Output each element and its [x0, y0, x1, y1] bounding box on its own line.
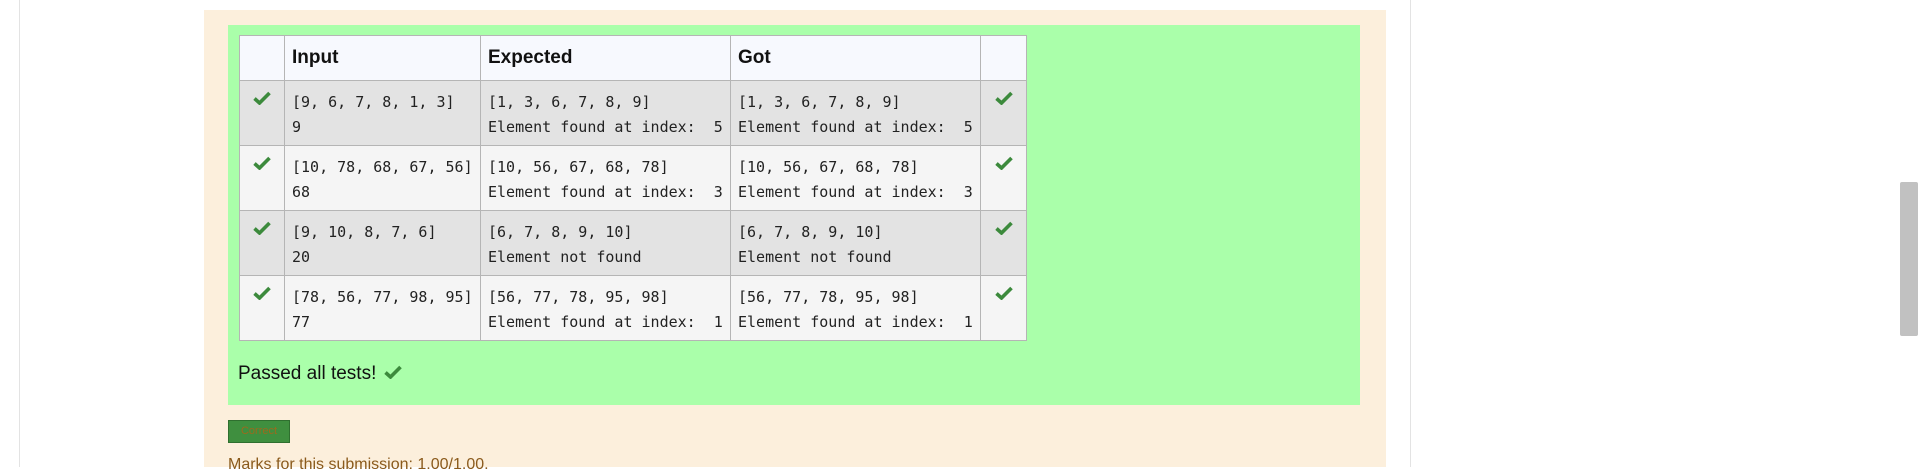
- header-input: Input: [284, 35, 481, 81]
- passed-all-tests: Passed all tests!: [238, 363, 403, 385]
- check-icon: [988, 276, 1019, 304]
- check-icon: [988, 211, 1019, 239]
- table-row: [9, 6, 7, 8, 1, 3] 9 [1, 3, 6, 7, 8, 9] El…: [239, 80, 1027, 146]
- row-status-cell: [239, 210, 285, 276]
- expected-message: Element found at index: 5: [488, 118, 723, 136]
- got-list: [56, 77, 78, 95, 98]: [738, 288, 919, 306]
- got-cell: [6, 7, 8, 9, 10] Element not found: [730, 210, 981, 276]
- check-icon: [384, 363, 403, 385]
- input-target: 68: [292, 183, 311, 201]
- page-left-border: [19, 0, 20, 467]
- table-row: [78, 56, 77, 98, 95] 77 [56, 77, 78, 95, …: [239, 275, 1027, 341]
- expected-message: Element found at index: 1: [488, 313, 723, 331]
- row-result-cell: [980, 80, 1027, 146]
- got-message: Element found at index: 3: [738, 183, 973, 201]
- row-result-cell: [980, 145, 1027, 211]
- row-status-cell: [239, 145, 285, 211]
- input-list: [78, 56, 77, 98, 95]: [292, 288, 473, 306]
- got-message: Element not found: [738, 248, 892, 266]
- test-results-table: Input Expected Got [9, 6, 7, 8, 1, 3] 9 […: [239, 35, 1027, 341]
- got-cell: [10, 56, 67, 68, 78] Element found at ind…: [730, 145, 981, 211]
- row-status-cell: [239, 275, 285, 341]
- expected-cell: [6, 7, 8, 9, 10] Element not found: [480, 210, 731, 276]
- got-list: [6, 7, 8, 9, 10]: [738, 223, 883, 241]
- expected-list: [56, 77, 78, 95, 98]: [488, 288, 669, 306]
- input-cell: [10, 78, 68, 67, 56] 68: [284, 145, 481, 211]
- input-list: [10, 78, 68, 67, 56]: [292, 158, 473, 176]
- input-target: 9: [292, 118, 302, 136]
- page-right-border: [1410, 0, 1411, 467]
- expected-list: [1, 3, 6, 7, 8, 9]: [488, 93, 651, 111]
- check-icon: [247, 211, 277, 239]
- test-results-panel: Input Expected Got [9, 6, 7, 8, 1, 3] 9 […: [228, 25, 1360, 405]
- check-icon: [247, 81, 277, 109]
- input-target: 77: [292, 313, 311, 331]
- check-icon: [247, 146, 277, 174]
- marks-text: Marks for this submission: 1.00/1.00.: [228, 456, 489, 473]
- got-list: [1, 3, 6, 7, 8, 9]: [738, 93, 901, 111]
- input-cell: [9, 6, 7, 8, 1, 3] 9: [284, 80, 481, 146]
- got-message: Element found at index: 1: [738, 313, 973, 331]
- expected-cell: [56, 77, 78, 95, 98] Element found at ind…: [480, 275, 731, 341]
- expected-list: [10, 56, 67, 68, 78]: [488, 158, 669, 176]
- expected-cell: [1, 3, 6, 7, 8, 9] Element found at index…: [480, 80, 731, 146]
- row-status-cell: [239, 80, 285, 146]
- header-got: Got: [730, 35, 981, 81]
- table-row: [10, 78, 68, 67, 56] 68 [10, 56, 67, 68, …: [239, 145, 1027, 211]
- header-status: [239, 35, 285, 81]
- passed-message: Passed all tests!: [238, 363, 377, 384]
- row-result-cell: [980, 275, 1027, 341]
- question-outcome: Input Expected Got [9, 6, 7, 8, 1, 3] 9 […: [204, 10, 1386, 473]
- input-target: 20: [292, 248, 311, 266]
- expected-message: Element found at index: 3: [488, 183, 723, 201]
- got-cell: [56, 77, 78, 95, 98] Element found at ind…: [730, 275, 981, 341]
- scrollbar-thumb[interactable]: [1900, 182, 1918, 336]
- got-message: Element found at index: 5: [738, 118, 973, 136]
- check-icon: [247, 276, 277, 304]
- expected-cell: [10, 56, 67, 68, 78] Element found at ind…: [480, 145, 731, 211]
- correct-badge: Correct: [228, 420, 290, 443]
- header-result: [980, 35, 1027, 81]
- input-cell: [78, 56, 77, 98, 95] 77: [284, 275, 481, 341]
- input-cell: [9, 10, 8, 7, 6] 20: [284, 210, 481, 276]
- input-list: [9, 6, 7, 8, 1, 3]: [292, 93, 455, 111]
- row-result-cell: [980, 210, 1027, 276]
- table-header-row: Input Expected Got: [239, 35, 1027, 81]
- expected-message: Element not found: [488, 248, 642, 266]
- header-expected: Expected: [480, 35, 731, 81]
- got-cell: [1, 3, 6, 7, 8, 9] Element found at index…: [730, 80, 981, 146]
- table-row: [9, 10, 8, 7, 6] 20 [6, 7, 8, 9, 10] Eleme…: [239, 210, 1027, 276]
- input-list: [9, 10, 8, 7, 6]: [292, 223, 437, 241]
- got-list: [10, 56, 67, 68, 78]: [738, 158, 919, 176]
- check-icon: [988, 146, 1019, 174]
- check-icon: [988, 81, 1019, 109]
- expected-list: [6, 7, 8, 9, 10]: [488, 223, 633, 241]
